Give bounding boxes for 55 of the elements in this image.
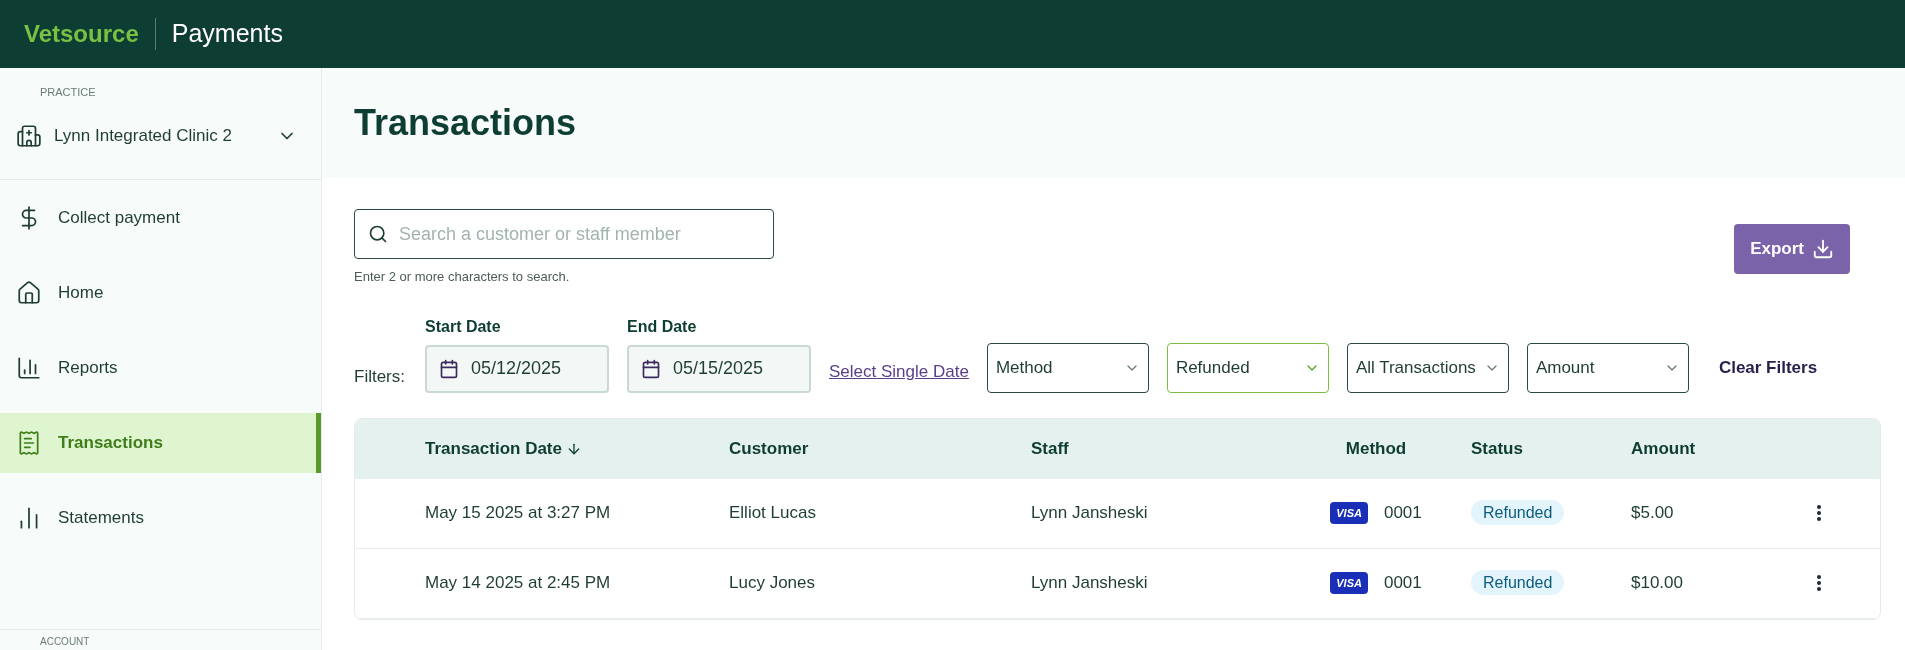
status-badge: Refunded	[1471, 500, 1565, 526]
column-header[interactable]: Customer	[729, 435, 809, 462]
nav-item[interactable]: Transactions	[0, 412, 321, 473]
search-icon	[368, 224, 388, 244]
date-label: Start Date	[425, 316, 502, 337]
nav-item[interactable]: Collect payment	[0, 187, 321, 248]
table-cell-text: 0001	[1383, 572, 1422, 595]
section-label: PRACTICE	[39, 85, 97, 100]
filter-select[interactable]: Refunded	[1166, 342, 1329, 393]
receipt-icon	[16, 429, 42, 456]
table-cell-text: Lynn Jansheski	[1031, 572, 1149, 595]
column-header[interactable]: Staff	[1031, 435, 1069, 462]
table-cell-text: Elliot Lucas	[729, 502, 817, 525]
date-field[interactable]: 05/12/2025	[425, 344, 609, 393]
filter-select[interactable]: Method	[986, 342, 1149, 393]
card-brand-badge: VISA	[1330, 501, 1368, 525]
calendar-icon	[641, 358, 661, 379]
filters-label: Filters:	[354, 366, 405, 388]
select-single-date-link[interactable]: Select Single Date	[829, 359, 969, 385]
bar-chart-icon	[16, 354, 42, 381]
hospital-icon	[16, 122, 42, 149]
table-cell-text: Lynn Jansheski	[1031, 502, 1149, 525]
card-brand-badge: VISA	[1330, 571, 1368, 595]
table-cell-text: May 14 2025 at 2:45 PM	[425, 572, 612, 595]
date-field[interactable]: 05/15/2025	[627, 344, 811, 393]
more-options-icon	[1817, 505, 1821, 521]
column-header[interactable]: Status	[1471, 435, 1523, 462]
nav-item[interactable]: Statements	[0, 487, 321, 548]
more-options-icon	[1817, 575, 1821, 591]
nav-item[interactable]: Reports	[0, 337, 321, 398]
home-icon	[16, 279, 42, 306]
brand-logo[interactable]: Vetsource	[24, 16, 139, 52]
search-hint: Enter 2 or more characters to search.	[354, 268, 571, 286]
table-cell-text: $10.00	[1631, 572, 1684, 595]
calendar-icon	[439, 358, 459, 379]
filter-select[interactable]: All Transactions	[1346, 342, 1509, 393]
section-label: ACCOUNT	[39, 635, 91, 649]
clear-filters-button[interactable]: Clear Filters	[1706, 342, 1830, 393]
download-icon	[1812, 238, 1834, 260]
page-title: Transactions	[354, 101, 577, 145]
nav-item[interactable]: Home	[0, 262, 321, 323]
column-header[interactable]: Method	[1345, 435, 1407, 462]
date-label: End Date	[627, 316, 698, 337]
product-name: Payments	[171, 18, 283, 50]
practice-selector[interactable]: Lynn Integrated Clinic 2	[0, 100, 321, 171]
table-cell-text: May 15 2025 at 3:27 PM	[425, 502, 612, 525]
filter-select[interactable]: Amount	[1526, 342, 1689, 393]
status-badge: Refunded	[1471, 570, 1565, 596]
table-cell-text: $5.00	[1631, 502, 1675, 525]
export-button[interactable]: Export	[1734, 224, 1850, 274]
column-header[interactable]: Transaction Date	[425, 435, 582, 462]
table-cell-text: Lucy Jones	[729, 572, 816, 595]
table-cell-text: 0001	[1383, 502, 1422, 525]
search-field[interactable]: Search a customer or staff member	[354, 209, 774, 259]
column-header[interactable]: Amount	[1631, 435, 1696, 462]
